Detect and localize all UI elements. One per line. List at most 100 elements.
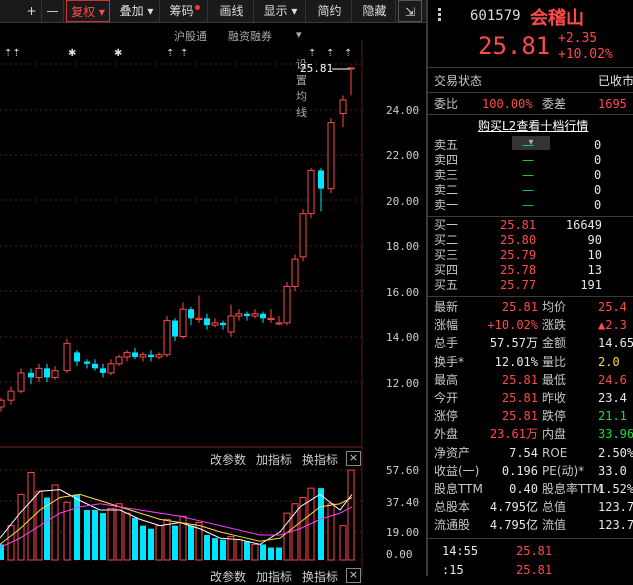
volume-bar	[140, 525, 146, 560]
bid-volume: 10	[587, 248, 602, 262]
volume-bar	[100, 513, 106, 560]
y-tick: 18.00	[386, 240, 420, 253]
ask-price: —	[522, 168, 534, 182]
volume-bar	[188, 525, 194, 560]
candle-body	[299, 213, 307, 258]
bottom-indicator-adjust-link[interactable]: 改参数	[210, 568, 246, 585]
volume-bar	[251, 543, 259, 561]
ask-volume: 0	[594, 168, 602, 182]
stat-value: 1.52%	[598, 482, 633, 496]
ask-price: —	[522, 183, 534, 197]
stat-value: 24.6	[598, 372, 627, 387]
tick-time: :15	[442, 563, 464, 577]
stat-value: 4.795亿	[489, 518, 538, 533]
bid-label: 买二	[434, 233, 459, 247]
volume-bar	[268, 547, 274, 560]
candles	[0, 67, 355, 412]
volume-bar	[51, 484, 59, 561]
event-markers: ⇡⇡ ✱ ✱ ⇡ ⇡ ⇡ ⇡ ⇡	[4, 48, 352, 59]
candle-body	[172, 320, 178, 337]
ask-price: —	[522, 198, 534, 212]
menu-icon[interactable]	[434, 6, 445, 26]
volume-bar	[132, 517, 138, 560]
bid-label: 买四	[434, 263, 459, 277]
indicator-adjust-link[interactable]: 改参数	[210, 451, 246, 468]
bid-volume: 16649	[565, 218, 602, 232]
stock-name: 会稽山	[530, 8, 584, 29]
stock-change-pct: +10.02%	[558, 47, 613, 62]
bid-label: 买三	[434, 248, 459, 262]
candle-body	[100, 368, 106, 373]
stock-code: 601579	[470, 8, 521, 24]
status-label: 交易状态	[434, 74, 483, 88]
volume-bar	[204, 535, 210, 560]
candle-body	[107, 363, 115, 374]
stat-label: 内盘	[542, 427, 567, 442]
stat-value: 14.65亿	[598, 336, 633, 351]
bottom-indicator-switch-link[interactable]: 换指标	[302, 568, 338, 585]
stat-label: 总手	[434, 336, 459, 351]
volume-bar	[155, 525, 163, 561]
y-tick: 12.00	[386, 377, 420, 390]
indicator-add-link[interactable]: 加指标	[256, 451, 292, 468]
stat-label: 最高	[434, 372, 459, 387]
weibi-value: 100.00%	[482, 97, 533, 111]
stat-label: 涨跌	[542, 318, 567, 333]
candle-body	[307, 169, 315, 215]
volume-bar	[107, 507, 115, 561]
stat-label: 股息TTM	[434, 482, 483, 496]
ask-price: —	[522, 153, 534, 167]
stat-value: 33.96万	[598, 427, 633, 442]
volume-bar	[347, 469, 355, 561]
volume-bar	[276, 547, 282, 560]
stock-change: +2.35	[558, 31, 598, 46]
event-marker: ⇡	[308, 48, 316, 59]
candle-body	[35, 367, 43, 378]
stat-label: 跌停	[542, 409, 567, 424]
stat-value: +10.02%	[487, 318, 538, 333]
stat-label: 流通股	[434, 518, 471, 533]
candle-body	[251, 313, 259, 317]
kline-chart[interactable]: ⇡⇡ ✱ ✱ ⇡ ⇡ ⇡ ⇡ ⇡ 25.81	[0, 0, 426, 576]
stat-label: 均价	[542, 300, 567, 314]
candle-body	[235, 313, 243, 317]
stat-value: 25.81	[501, 409, 538, 424]
candle-body	[17, 372, 25, 392]
candle-body	[84, 361, 90, 364]
stat-label: 量比	[542, 354, 567, 369]
y-tick: 16.00	[386, 286, 420, 299]
stat-value: 123.7亿	[598, 500, 633, 515]
stat-value: 21.1	[598, 409, 627, 424]
stat-value: 25.4	[598, 300, 627, 314]
volume-bar	[327, 503, 335, 561]
candle-body	[211, 322, 219, 326]
stat-label: 总股本	[434, 500, 471, 515]
bid-price: 25.79	[500, 248, 537, 262]
bid-price: 25.80	[500, 233, 537, 247]
ask-volume: 0	[594, 183, 602, 197]
candle-body	[148, 354, 154, 357]
bid-label: 买五	[434, 278, 459, 292]
bid-volume: 13	[587, 263, 602, 277]
candle-body	[188, 309, 194, 319]
indicator-switch-link[interactable]: 换指标	[302, 451, 338, 468]
status-value: 已收市	[598, 74, 633, 88]
candle-body	[92, 363, 98, 369]
y-tick: 22.00	[386, 149, 420, 162]
l2-upgrade-link[interactable]: 购买L2查看十档行情	[478, 117, 588, 134]
volume-bar	[35, 490, 43, 561]
stat-label: 股息率TTM	[542, 482, 603, 496]
candle-body	[244, 313, 250, 317]
stat-label: 最低	[542, 372, 567, 387]
stat-value: ▲2.3	[598, 318, 627, 333]
stat-label: 总值	[542, 500, 567, 515]
stat-label: 涨停	[434, 409, 459, 424]
y-tick: 20.00	[386, 195, 420, 208]
volume-bar	[74, 494, 80, 560]
stat-value: 25.81	[501, 372, 538, 387]
bottom-indicator-add-link[interactable]: 加指标	[256, 568, 292, 585]
close-icon[interactable]: ×	[346, 451, 361, 466]
weicha-value: 1695	[598, 97, 627, 111]
candle-body	[220, 322, 226, 326]
event-marker: ⇡	[166, 48, 174, 59]
